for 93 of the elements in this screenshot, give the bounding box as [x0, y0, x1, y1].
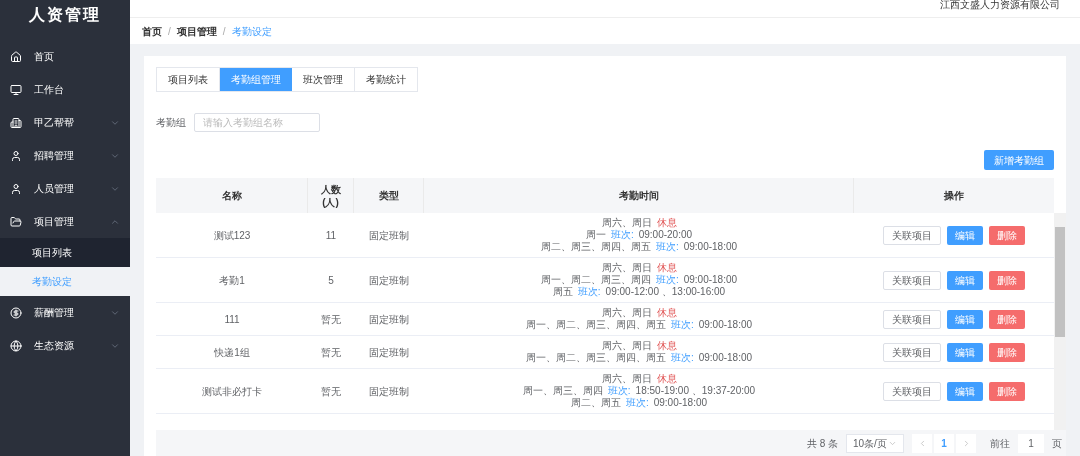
link-project-button[interactable]: 关联项目 — [883, 309, 941, 329]
shift-label: 班次: — [670, 319, 694, 331]
shift-time: 09:00-18:00 — [683, 274, 738, 286]
table-cell-text: 固定班制 — [369, 345, 409, 360]
column-header: 人数 (人) — [320, 182, 341, 209]
breadcrumb-item: 考勤设定 — [231, 24, 272, 39]
column-header: 操作 — [944, 189, 964, 202]
rest-label: 休息 — [656, 373, 677, 385]
schedule-days: 周六、周日 — [601, 307, 652, 319]
table-cell-text: 测试非必打卡 — [202, 384, 262, 399]
monitor-icon — [10, 83, 22, 96]
sidebar-item[interactable]: 首页 — [0, 40, 130, 73]
shift-time: 09:00-20:00 — [638, 229, 693, 241]
shift-label: 班次: — [610, 229, 634, 241]
table-cell-text: 测试123 — [213, 228, 251, 243]
sidebar-item[interactable]: 工作台 — [0, 73, 130, 106]
building-icon — [10, 116, 22, 129]
table-cell-text: 固定班制 — [369, 273, 409, 288]
page-size-select[interactable]: 10条/页 — [846, 433, 904, 453]
rest-label: 休息 — [656, 307, 677, 319]
company-name: 江西文盛人力资源有限公司 — [940, 0, 1060, 10]
schedule-days: 周二、周五 — [570, 397, 621, 409]
sidebar-item[interactable]: 甲乙帮帮 — [0, 106, 130, 139]
folder-icon — [10, 215, 22, 228]
scrollbar[interactable] — [1054, 213, 1066, 430]
table-cell-text: 固定班制 — [369, 384, 409, 399]
shift-label: 班次: — [625, 397, 649, 409]
schedule-days: 周一 — [585, 229, 606, 241]
sidebar-item[interactable]: 人员管理 — [0, 172, 130, 205]
shift-time: 09:00-12:00 、13:00-16:00 — [605, 286, 726, 298]
rest-label: 休息 — [656, 217, 677, 229]
goto-label: 前往 — [990, 436, 1010, 451]
breadcrumb-item[interactable]: 项目管理 — [176, 23, 217, 39]
column-header: 考勤时间 — [618, 189, 659, 202]
rest-label: 休息 — [656, 262, 677, 274]
schedule-days: 周一、周二、周三、周四、周五 — [525, 352, 666, 364]
table-cell-text: 暂无 — [321, 312, 341, 327]
shift-time: 18:50-19:00 、19:37-20:00 — [635, 385, 756, 397]
app-title: 人资管理 — [29, 5, 101, 25]
shift-label: 班次: — [655, 274, 679, 286]
table-cell-text: 11 — [325, 228, 337, 243]
table-cell-text: 暂无 — [321, 345, 341, 360]
breadcrumb-separator: / — [222, 24, 226, 39]
link-project-button[interactable]: 关联项目 — [883, 342, 941, 362]
schedule-days: 周一、周二、周三、周四、周五 — [525, 319, 666, 331]
schedule-days: 周六、周日 — [601, 217, 652, 229]
shift-time: 09:00-18:00 — [698, 319, 753, 331]
schedule-days: 周六、周日 — [601, 340, 652, 352]
sidebar-item[interactable]: 薪酬管理 — [0, 296, 130, 329]
table-cell-text: 考勤1 — [219, 273, 245, 288]
column-header: 类型 — [378, 189, 399, 202]
total-count: 共 8 条 — [806, 436, 838, 451]
link-project-button[interactable]: 关联项目 — [883, 381, 941, 401]
shift-time: 09:00-18:00 — [698, 352, 753, 364]
schedule-days: 周六、周日 — [601, 262, 652, 274]
breadcrumb-separator: / — [168, 24, 171, 39]
schedule-days: 周二、周三、周四、周五 — [540, 241, 651, 253]
table-cell-text: 固定班制 — [369, 312, 409, 327]
submenu-item[interactable]: 项目列表 — [0, 238, 130, 267]
goto-suffix: 页 — [1052, 436, 1062, 451]
globe-icon — [10, 339, 22, 352]
group-name-input[interactable]: 请输入考勤组名称 — [194, 113, 320, 132]
schedule-days: 周一、周二、周三、周四 — [540, 274, 651, 286]
sidebar-item[interactable]: 招聘管理 — [0, 139, 130, 172]
coin-icon — [10, 306, 22, 319]
table-cell-text: 111 — [224, 312, 240, 327]
user-icon — [10, 149, 22, 162]
rest-label: 休息 — [656, 340, 677, 352]
next-page-button[interactable] — [956, 433, 976, 453]
filter-label: 考勤组 — [156, 116, 186, 130]
schedule-days: 周一、周三、周四 — [522, 385, 603, 397]
table-cell-text: 5 — [328, 273, 334, 288]
schedule-days: 周五 — [552, 286, 573, 298]
goto-page-input[interactable]: 1 — [1018, 433, 1044, 453]
sidebar-item[interactable]: 项目管理 — [0, 205, 130, 238]
home-icon — [10, 50, 22, 63]
shift-time: 09:00-18:00 — [653, 397, 708, 409]
schedule-days: 周六、周日 — [601, 373, 652, 385]
link-project-button[interactable]: 关联项目 — [883, 225, 941, 245]
shift-label: 班次: — [655, 241, 679, 253]
column-header: 名称 — [221, 189, 242, 202]
link-project-button[interactable]: 关联项目 — [883, 270, 941, 290]
user-icon — [10, 182, 22, 195]
table-cell-text: 固定班制 — [369, 228, 409, 243]
shift-label: 班次: — [607, 385, 631, 397]
shift-label: 班次: — [577, 286, 601, 298]
shift-time: 09:00-18:00 — [683, 241, 738, 253]
table-cell-text: 快递1组 — [214, 345, 250, 360]
breadcrumb-item[interactable]: 首页 — [142, 23, 162, 39]
table-cell-text: 暂无 — [321, 384, 341, 399]
previous-page-button[interactable] — [912, 433, 932, 453]
sidebar-item[interactable]: 生态资源 — [0, 329, 130, 362]
shift-label: 班次: — [670, 352, 694, 364]
